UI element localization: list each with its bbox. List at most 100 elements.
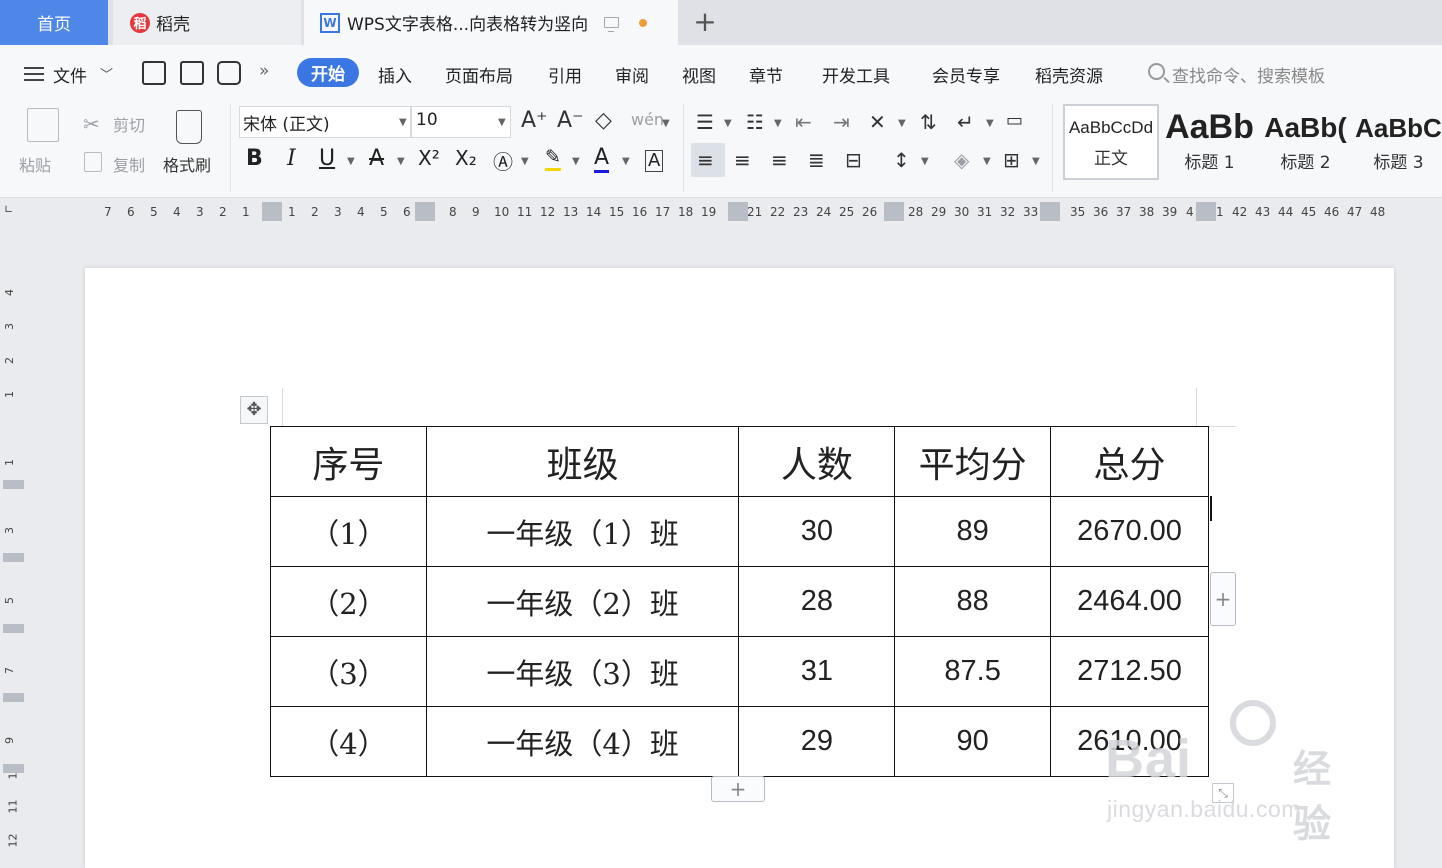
align-center-icon[interactable]: ≡ — [734, 148, 751, 172]
hamburger-icon[interactable] — [24, 67, 44, 81]
bullet-list-dropdown-icon[interactable]: ▼ — [724, 118, 732, 129]
tab-references[interactable]: 引用 — [548, 62, 582, 87]
borders-icon[interactable]: ⊞ — [1003, 148, 1020, 172]
header-cell-class[interactable]: 班级 — [425, 426, 740, 497]
tab-section[interactable]: 章节 — [749, 62, 783, 87]
table-cell[interactable]: 87.5 — [894, 636, 1052, 707]
table-cell[interactable]: 31 — [738, 636, 896, 707]
strikethrough-button[interactable]: A — [369, 146, 384, 171]
ruler-column-marker[interactable] — [415, 202, 435, 221]
font-name-dropdown-icon[interactable]: ▼ — [399, 117, 407, 128]
ruler-margin-marker[interactable] — [262, 202, 282, 221]
tab-page-layout[interactable]: 页面布局 — [445, 62, 513, 87]
header-cell-total[interactable]: 总分 — [1050, 426, 1209, 497]
table-grid-icon[interactable]: ▭ — [1006, 110, 1023, 131]
justify-icon[interactable]: ≣ — [808, 148, 825, 172]
format-painter-icon[interactable] — [176, 110, 202, 144]
cut-button[interactable]: 剪切 — [113, 112, 145, 136]
data-table[interactable]: 序号 班级 人数 平均分 总分 （1） 一年级（1）班 30 89 2670.0… — [270, 426, 1209, 777]
highlight-dropdown-icon[interactable]: ▼ — [572, 156, 580, 167]
increase-indent-icon[interactable]: ⇥ — [833, 110, 850, 134]
numbered-list-icon[interactable]: ☷ — [746, 110, 764, 134]
tab-insert[interactable]: 插入 — [378, 62, 412, 87]
tab-review[interactable]: 审阅 — [615, 62, 649, 87]
table-cell[interactable]: （1） — [270, 496, 427, 567]
line-spacing-dropdown-icon[interactable]: ▼ — [921, 156, 929, 167]
tab-daoke[interactable]: 稻 稻壳 — [113, 0, 301, 45]
tab-daoke-resources[interactable]: 稻壳资源 — [1035, 62, 1103, 87]
clear-format-icon[interactable]: ◇ — [595, 108, 612, 133]
add-row-button[interactable]: + — [711, 776, 765, 802]
shrink-font-button[interactable]: A⁻ — [557, 108, 584, 133]
ruler-column-marker[interactable] — [1040, 202, 1060, 221]
more-icon[interactable]: » — [259, 61, 269, 81]
font-color-dropdown-icon[interactable]: ▼ — [622, 156, 630, 167]
tab-member[interactable]: 会员专享 — [932, 62, 1000, 87]
paste-button[interactable]: 粘贴 — [19, 152, 51, 176]
pinyin-guide-button[interactable]: wén — [631, 110, 664, 129]
table-move-handle[interactable]: ✥ — [240, 396, 268, 424]
ruler-row-marker[interactable] — [3, 764, 24, 773]
font-name-select[interactable]: 宋体 (正文) — [239, 106, 411, 138]
table-cell[interactable]: 88 — [894, 566, 1052, 637]
strikethrough-dropdown-icon[interactable]: ▼ — [397, 156, 405, 167]
sort-icon[interactable]: ⇅ — [920, 110, 937, 134]
table-cell[interactable]: 2464.00 — [1050, 566, 1209, 637]
search-icon[interactable] — [1148, 63, 1165, 80]
new-tab-button[interactable]: + — [690, 6, 720, 38]
table-cell[interactable]: 28 — [738, 566, 896, 637]
text-effect-dropdown-icon[interactable]: ▼ — [521, 156, 529, 167]
tab-document[interactable]: W WPS文字表格...向表格转为竖向 — [304, 0, 678, 45]
paste-icon[interactable] — [27, 108, 59, 142]
tab-developer[interactable]: 开发工具 — [822, 62, 890, 87]
underline-dropdown-icon[interactable]: ▼ — [347, 156, 355, 167]
align-right-icon[interactable]: ≡ — [771, 148, 788, 172]
line-spacing-icon[interactable]: ↕ — [893, 148, 910, 172]
subscript-button[interactable]: X₂ — [455, 146, 477, 170]
table-cell[interactable]: （2） — [270, 566, 427, 637]
table-cell[interactable]: 一年级（4）班 — [425, 706, 740, 777]
underline-button[interactable]: U — [319, 146, 335, 171]
table-cell[interactable]: 90 — [894, 706, 1052, 777]
copy-button[interactable]: 复制 — [113, 152, 145, 176]
ruler-column-marker[interactable] — [884, 202, 904, 221]
table-cell[interactable]: 2712.50 — [1050, 636, 1209, 707]
table-cell[interactable]: 89 — [894, 496, 1052, 567]
ruler-column-marker[interactable] — [728, 202, 748, 221]
table-cell[interactable]: 29 — [738, 706, 896, 777]
header-cell-average[interactable]: 平均分 — [894, 426, 1052, 497]
file-menu[interactable]: 文件 — [53, 62, 87, 87]
tab-view[interactable]: 视图 — [682, 62, 716, 87]
style-heading-3[interactable]: AaBbC 标题 3 — [1355, 104, 1442, 180]
format-painter-button[interactable]: 格式刷 — [163, 152, 211, 176]
font-color-button[interactable]: A — [594, 146, 610, 173]
grow-font-button[interactable]: A⁺ — [521, 108, 548, 133]
bullet-list-icon[interactable]: ☰ — [696, 110, 714, 134]
highlight-icon[interactable]: ✎ — [545, 146, 561, 171]
horizontal-ruler[interactable]: ∟ 7 6 5 4 3 2 1 1 2 3 4 5 6 8 9 10 11 12 13 14 15 16 17 18 19 21 2… — [0, 198, 1442, 224]
tab-start[interactable]: 开始 — [297, 58, 359, 87]
copy-icon[interactable] — [84, 152, 102, 172]
table-cell[interactable]: 一年级（2）班 — [425, 566, 740, 637]
ruler-row-marker[interactable] — [3, 693, 24, 702]
monitor-icon[interactable] — [604, 17, 620, 32]
style-heading-1[interactable]: AaBb 标题 1 — [1162, 104, 1257, 180]
table-cell[interactable]: 2670.00 — [1050, 496, 1209, 567]
command-search-input[interactable]: 查找命令、搜索模板 — [1172, 62, 1325, 87]
chinese-layout-icon[interactable]: ✕ — [869, 110, 886, 134]
ruler-row-marker[interactable] — [3, 480, 24, 489]
export-pdf-icon[interactable] — [180, 61, 204, 85]
italic-button[interactable]: I — [287, 146, 296, 171]
style-normal[interactable]: AaBbCcDd 正文 — [1063, 104, 1159, 180]
bold-button[interactable]: B — [246, 146, 263, 171]
font-size-select[interactable]: 10 — [411, 106, 511, 138]
distributed-icon[interactable]: ⊟ — [845, 148, 862, 172]
superscript-button[interactable]: X² — [418, 146, 440, 170]
shading-icon[interactable]: ◈ — [954, 148, 969, 172]
table-cell[interactable]: 30 — [738, 496, 896, 567]
table-cell[interactable]: （4） — [270, 706, 427, 777]
decrease-indent-icon[interactable]: ⇤ — [795, 110, 812, 134]
header-cell-count[interactable]: 人数 — [738, 426, 896, 497]
ruler-row-marker[interactable] — [3, 553, 24, 562]
print-icon[interactable] — [217, 61, 241, 85]
